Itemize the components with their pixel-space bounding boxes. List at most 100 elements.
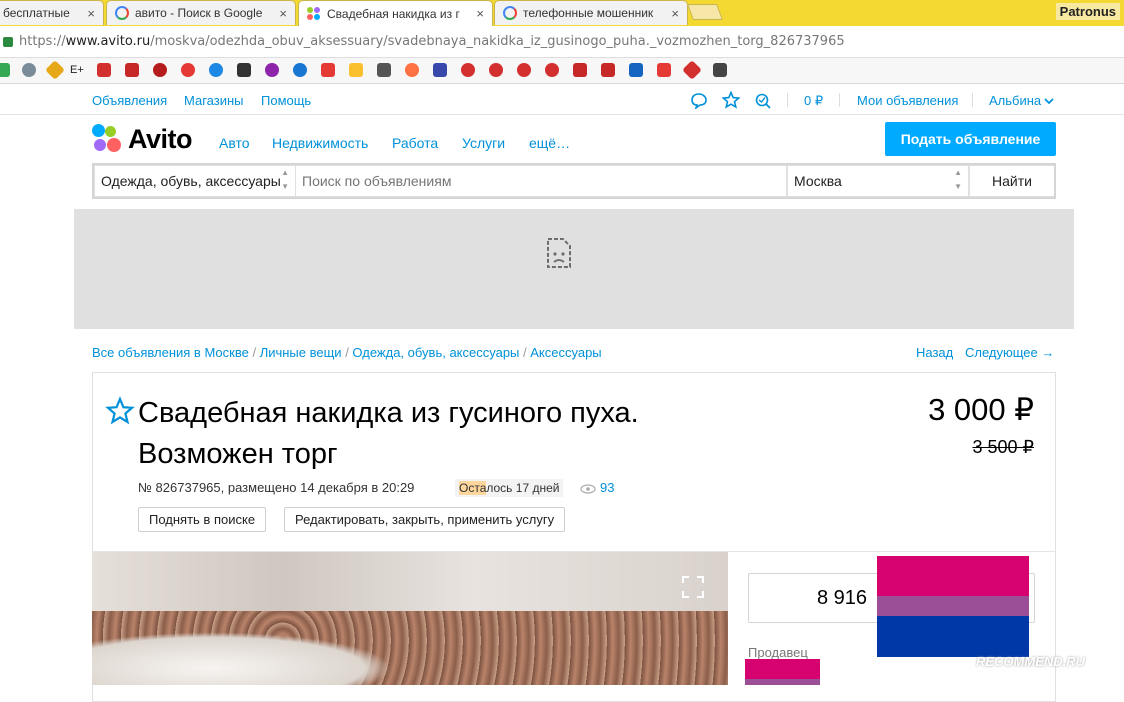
- bookmark-icon[interactable]: [433, 63, 447, 77]
- new-tab-button[interactable]: [687, 4, 723, 20]
- bookmark-icon[interactable]: [461, 63, 475, 77]
- breadcrumb-item[interactable]: Аксессуары: [530, 345, 601, 360]
- tab-phone-scam[interactable]: телефонные мошенник ×: [494, 0, 688, 25]
- category-more-link[interactable]: ещё…: [529, 135, 570, 151]
- cloud-icon[interactable]: [237, 63, 251, 77]
- raise-in-search-button[interactable]: Поднять в поиске: [138, 507, 267, 532]
- city-select[interactable]: Москва ▲ ▼: [788, 166, 968, 196]
- ad-banner-placeholder: [74, 209, 1074, 329]
- tab-google-search[interactable]: авито - Поиск в Google ×: [106, 0, 296, 25]
- bookmark-icon[interactable]: [349, 63, 363, 77]
- bookmark-icon[interactable]: [489, 63, 503, 77]
- nav-shops-link[interactable]: Магазины: [184, 93, 244, 108]
- breadcrumb-item[interactable]: Личные вещи: [260, 345, 342, 360]
- bookmark-icon[interactable]: [125, 63, 139, 77]
- bookmark-icon[interactable]: [181, 63, 195, 77]
- item-price: 3 000 ₽: [928, 392, 1034, 427]
- search-input[interactable]: [296, 166, 786, 196]
- bookmarks-bar: E+: [0, 58, 1124, 84]
- close-icon[interactable]: ×: [476, 6, 484, 21]
- category-select-value: Одежда, обувь, аксессуары: [101, 173, 281, 189]
- user-menu[interactable]: Альбина: [989, 93, 1041, 108]
- bookmark-icon[interactable]: [545, 63, 559, 77]
- address-bar[interactable]: https://www.avito.ru/moskva/odezhda_obuv…: [0, 26, 1124, 58]
- days-remaining-highlight: Оста: [459, 481, 487, 495]
- my-ads-link[interactable]: Мои объявления: [857, 93, 958, 108]
- nav-ads-link[interactable]: Объявления: [92, 93, 167, 108]
- google-icon: [115, 6, 129, 20]
- bookmark-icon[interactable]: [0, 63, 10, 77]
- bookmark-icon[interactable]: [405, 63, 419, 77]
- back-link[interactable]: Назад: [916, 345, 953, 360]
- tab-avito-item[interactable]: Свадебная накидка из г ×: [298, 0, 493, 26]
- days-remaining-badge: Осталось 17 дней: [455, 479, 564, 497]
- close-icon[interactable]: ×: [87, 6, 95, 21]
- bookmark-icon[interactable]: [209, 63, 223, 77]
- divider: [839, 93, 840, 107]
- favorite-star-icon[interactable]: [105, 396, 135, 426]
- category-jobs-link[interactable]: Работа: [392, 135, 438, 151]
- site-top-nav: Объявления Магазины Помощь 0 ₽ Мои объяв…: [0, 85, 1124, 115]
- bookmark-icon[interactable]: [153, 63, 167, 77]
- item-title: Свадебная накидка из гусиного пуха. Возм…: [138, 393, 758, 475]
- profile-name[interactable]: Patronus: [1055, 3, 1120, 20]
- avito-logo[interactable]: Avito: [92, 123, 193, 154]
- close-icon[interactable]: ×: [671, 6, 679, 21]
- post-ad-button[interactable]: Подать объявление: [885, 122, 1056, 156]
- category-realty-link[interactable]: Недвижимость: [272, 135, 368, 151]
- item-title-line: Свадебная накидка из гусиного пуха.: [138, 397, 639, 429]
- divider: [787, 93, 788, 107]
- tab-label: авито - Поиск в Google: [135, 6, 263, 20]
- bookmark-icon[interactable]: [97, 63, 111, 77]
- item-photo[interactable]: [92, 552, 728, 685]
- breadcrumb-separator: /: [519, 345, 531, 360]
- wallet-balance[interactable]: 0 ₽: [804, 93, 823, 109]
- chevron-down-icon: [1044, 98, 1054, 105]
- bookmark-label[interactable]: E+: [70, 64, 84, 76]
- close-icon[interactable]: ×: [279, 6, 287, 21]
- flag-image: [877, 556, 1029, 657]
- select-arrows-icon: ▲ ▼: [954, 168, 962, 191]
- edit-close-apply-button[interactable]: Редактировать, закрыть, применить услугу: [284, 507, 566, 532]
- bookmark-icon[interactable]: [377, 63, 391, 77]
- saved-search-icon[interactable]: [754, 92, 773, 109]
- bookmark-icon[interactable]: [573, 63, 587, 77]
- search-button[interactable]: Найти: [970, 166, 1054, 196]
- pencil-icon[interactable]: [45, 60, 65, 80]
- fullscreen-icon[interactable]: [682, 576, 704, 598]
- breadcrumb-separator: /: [248, 345, 260, 360]
- category-select[interactable]: Одежда, обувь, аксессуары ▲ ▼: [95, 166, 295, 196]
- category-auto-link[interactable]: Авто: [219, 135, 250, 151]
- bookmark-icon[interactable]: [22, 63, 36, 77]
- broken-plugin-icon: [547, 238, 571, 268]
- nav-help-link[interactable]: Помощь: [261, 93, 311, 108]
- breadcrumb-separator: /: [341, 345, 353, 360]
- logo-text: Avito: [128, 123, 193, 154]
- plug-icon[interactable]: [682, 60, 702, 80]
- tab-label: бесплатные: [3, 6, 70, 20]
- breadcrumb-item[interactable]: Все объявления в Москве: [92, 345, 249, 360]
- photo-fur-area: [92, 632, 392, 685]
- url-text[interactable]: https://www.avito.ru/moskva/odezhda_obuv…: [19, 34, 845, 49]
- star-icon[interactable]: [722, 91, 740, 109]
- bookmark-icon[interactable]: [713, 63, 727, 77]
- globe-icon[interactable]: [293, 63, 307, 77]
- bookmark-icon[interactable]: [265, 63, 279, 77]
- youtube-icon[interactable]: [321, 63, 335, 77]
- chat-icon[interactable]: [690, 92, 708, 109]
- photo-blurred-area: [92, 552, 728, 611]
- item-title-line: Возможен торг: [138, 438, 338, 470]
- breadcrumb-item[interactable]: Одежда, обувь, аксессуары: [352, 345, 519, 360]
- flag-image: [745, 659, 820, 685]
- metro-icon[interactable]: [657, 63, 671, 77]
- category-services-link[interactable]: Услуги: [462, 135, 505, 151]
- bookmark-icon[interactable]: [517, 63, 531, 77]
- lock-icon: [3, 36, 13, 47]
- google-icon: [503, 6, 517, 20]
- tab-free[interactable]: бесплатные ×: [0, 0, 104, 25]
- item-meta: № 826737965, размещено 14 декабря в 20:2…: [138, 480, 415, 495]
- next-link[interactable]: Следующее →: [965, 345, 1054, 360]
- bookmark-icon[interactable]: [629, 63, 643, 77]
- views-count[interactable]: 93: [580, 480, 614, 495]
- bookmark-icon[interactable]: [601, 63, 615, 77]
